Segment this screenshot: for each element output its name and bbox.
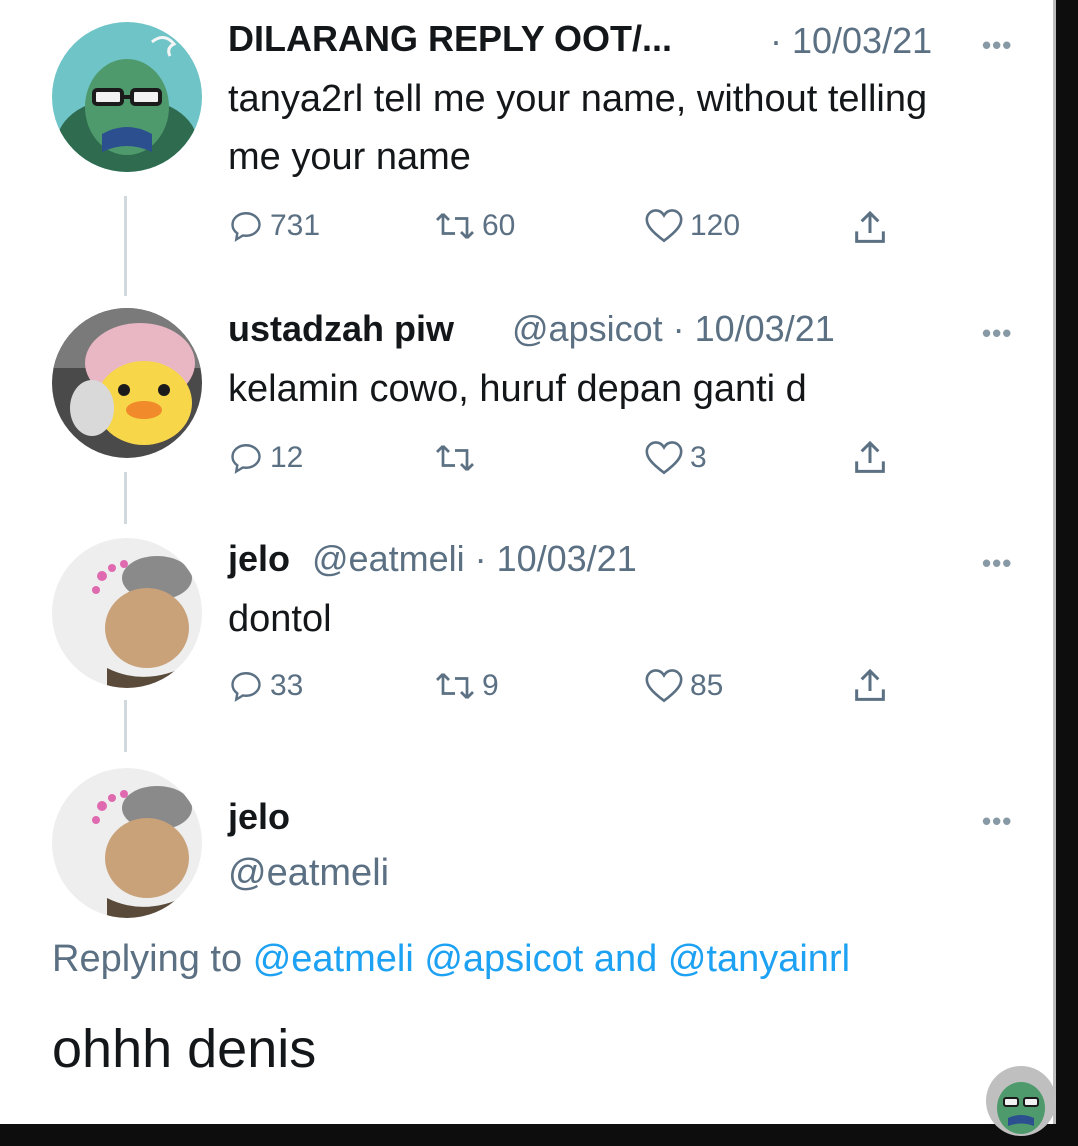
- retweet-count: 9: [482, 669, 499, 702]
- retweet-count: 60: [482, 209, 516, 242]
- share-icon: [855, 210, 885, 243]
- frame-border-right: [1056, 0, 1078, 1146]
- reply-count: 33: [270, 669, 304, 702]
- thread-line: [124, 700, 127, 752]
- retweet-icon: [436, 213, 474, 239]
- replying-prefix: Replying to: [52, 938, 243, 980]
- duck-avatar-icon[interactable]: [52, 308, 202, 458]
- replying-handles-link[interactable]: @eatmeli @apsicot: [253, 938, 584, 980]
- retweet-button[interactable]: 9: [434, 668, 499, 704]
- tweet-author-name[interactable]: DILARANG REPLY OOT/...: [228, 18, 672, 60]
- thread-line: [124, 196, 127, 296]
- like-button[interactable]: 85: [644, 668, 723, 704]
- more-options-icon[interactable]: •••: [982, 548, 1012, 579]
- thread-line: [124, 472, 127, 524]
- reply-icon: [231, 212, 261, 242]
- person-avatar-icon[interactable]: [52, 538, 202, 688]
- share-icon: [855, 440, 885, 473]
- retweet-icon: [436, 673, 474, 699]
- replying-to-line: Replying to @eatmeli @apsicot and @tanya…: [52, 938, 850, 981]
- tweet-text: tanya2rl tell me your name, without tell…: [228, 78, 928, 178]
- heart-icon: [645, 669, 683, 703]
- replying-last-handle-link[interactable]: @tanyainrl: [668, 938, 850, 980]
- share-button[interactable]: [850, 438, 890, 478]
- main-tweet-text: ohhh denis: [52, 1019, 317, 1079]
- reply-icon: [231, 672, 261, 702]
- reply-icon: [231, 444, 261, 474]
- reply-count: 12: [270, 441, 304, 474]
- share-button[interactable]: [850, 666, 890, 706]
- frame-border-bottom: [0, 1124, 1078, 1146]
- tweet-author-name[interactable]: ustadzah piw: [228, 308, 454, 350]
- tweet-handle-timestamp[interactable]: @apsicot · 10/03/21: [512, 308, 835, 350]
- fish-sticker-icon: [986, 1066, 1056, 1136]
- main-tweet-author-name[interactable]: jelo: [228, 796, 290, 838]
- like-button[interactable]: 120: [644, 208, 740, 244]
- replying-and[interactable]: and: [594, 938, 657, 980]
- frame-border-right-inner: [1053, 0, 1056, 1146]
- more-options-icon[interactable]: •••: [982, 30, 1012, 61]
- person-avatar-icon[interactable]: [52, 768, 202, 918]
- tweet-text: kelamin cowo, huruf depan ganti d: [228, 368, 807, 410]
- retweet-button[interactable]: [434, 440, 482, 476]
- reply-button[interactable]: 33: [228, 668, 303, 704]
- tweet-text: dontol: [228, 598, 332, 640]
- like-count: 3: [690, 441, 707, 474]
- fish-avatar-icon[interactable]: [52, 22, 202, 172]
- more-options-icon[interactable]: •••: [982, 806, 1012, 837]
- like-count: 85: [690, 669, 724, 702]
- retweet-button[interactable]: 60: [434, 208, 515, 244]
- like-count: 120: [690, 209, 741, 242]
- retweet-icon: [436, 445, 474, 471]
- share-button[interactable]: [850, 208, 890, 248]
- heart-icon: [645, 441, 683, 475]
- tweet-author-name[interactable]: jelo: [228, 538, 290, 580]
- heart-icon: [645, 209, 683, 243]
- like-button[interactable]: 3: [644, 440, 707, 476]
- tweet-handle-timestamp[interactable]: @eatmeli · 10/03/21: [312, 538, 637, 580]
- main-tweet-handle[interactable]: @eatmeli: [228, 852, 389, 895]
- reply-button[interactable]: 731: [228, 208, 320, 244]
- reply-button[interactable]: 12: [228, 440, 303, 476]
- more-options-icon[interactable]: •••: [982, 318, 1012, 349]
- tweet-timestamp[interactable]: · 10/03/21: [770, 20, 932, 62]
- share-icon: [855, 668, 885, 701]
- reply-count: 731: [270, 209, 321, 242]
